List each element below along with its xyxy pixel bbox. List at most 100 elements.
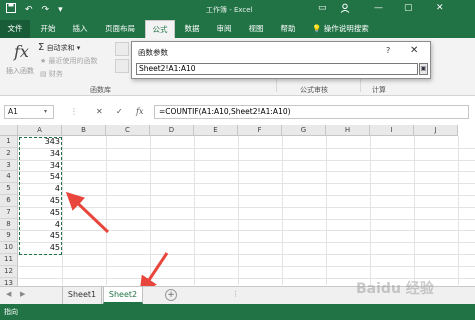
row-header-3[interactable]: 3	[0, 159, 18, 172]
grid-col-line	[282, 136, 283, 285]
tab-view[interactable]: 视图	[243, 20, 269, 38]
tab-page-layout[interactable]: 页面布局	[98, 20, 142, 38]
column-header-f[interactable]: F	[238, 125, 282, 136]
watermark-logo: Baidu 经验	[356, 281, 434, 297]
worksheet-grid[interactable]: ABCDEFGHIJ 1 2 3 4 5 6 7 8 9 10 11 12 13 343 34 34 54 4 4…	[0, 125, 475, 291]
tab-review[interactable]: 审阅	[211, 20, 237, 38]
column-header-i[interactable]: I	[370, 125, 414, 136]
grid-row-line	[18, 218, 475, 220]
calculation-label: 计算	[372, 86, 386, 94]
logical-icon[interactable]	[115, 42, 129, 56]
finance-button[interactable]: ▤ 财务	[40, 69, 63, 79]
text-icon[interactable]	[115, 59, 129, 73]
grid-col-line	[62, 136, 63, 285]
next-sheet-icon[interactable]: ▶	[20, 290, 25, 298]
prev-sheet-icon[interactable]: ◀	[6, 290, 11, 298]
grid-row-line	[18, 195, 475, 196]
column-header-j[interactable]: J	[414, 125, 458, 136]
function-library-label: 函数库	[90, 86, 111, 94]
insert-function-icon[interactable]: fx	[14, 42, 29, 61]
row-header-7[interactable]: 7	[0, 206, 18, 219]
chevron-down-icon: ▾	[76, 44, 81, 52]
minimize-icon[interactable]: —	[374, 3, 383, 13]
quick-access-toolbar: ↶ ↷ ▾	[6, 3, 63, 17]
column-header-c[interactable]: C	[106, 125, 150, 136]
row-header-10[interactable]: 10	[0, 242, 18, 254]
row-header-12[interactable]: 12	[0, 265, 18, 278]
expand-dialog-icon[interactable]: ▣	[419, 63, 428, 75]
column-header-d[interactable]: D	[150, 125, 194, 136]
tab-insert[interactable]: 插入	[66, 20, 94, 38]
chevron-down-icon[interactable]: ▾	[44, 105, 47, 119]
ribbon-display-icon[interactable]: ▭	[318, 3, 327, 13]
row-header-9[interactable]: 9	[0, 230, 18, 243]
column-header-a[interactable]: A	[18, 125, 62, 136]
row-header-5[interactable]: 5	[0, 183, 18, 195]
status-bar: 指向	[0, 304, 475, 320]
account-icon[interactable]	[340, 3, 350, 16]
grid-row-line	[18, 230, 475, 232]
column-header-g[interactable]: G	[282, 125, 326, 136]
grid-col-line	[326, 136, 327, 285]
more-icon: ⋮	[70, 107, 78, 116]
finance-icon: ▤	[40, 70, 47, 78]
column-header-b[interactable]: B	[62, 125, 106, 136]
tab-home[interactable]: 开始	[34, 20, 62, 38]
tab-formulas[interactable]: 公式	[145, 20, 175, 38]
ribbon-tabs: 文件 开始 插入 页面布局 公式 数据 审阅 视图 帮助 💡 操作说明搜索	[0, 20, 475, 38]
tab-data[interactable]: 数据	[179, 20, 205, 38]
grid-col-line	[150, 136, 151, 285]
autosum-button[interactable]: Σ 自动求和 ▾	[38, 42, 80, 53]
maximize-icon[interactable]: ▢	[404, 3, 413, 13]
formula-bar: A1 ▾ ⋮ ✕ ✓ fx =COUNTIF(A1:A10,Sheet2!A1:…	[0, 102, 475, 122]
column-header-e[interactable]: E	[194, 125, 238, 136]
tab-help[interactable]: 帮助	[275, 20, 301, 38]
sigma-icon: Σ	[38, 42, 45, 53]
enter-icon[interactable]: ✓	[116, 105, 123, 119]
sheet-tab-sheet2[interactable]: Sheet2	[103, 287, 143, 304]
insert-function-icon[interactable]: fx	[136, 105, 143, 119]
grid-row-line	[18, 265, 475, 267]
formula-auditing-label: 公式审核	[300, 86, 328, 94]
close-icon[interactable]: ✕	[410, 45, 418, 56]
star-icon: ★	[40, 57, 47, 65]
grid-row-line	[18, 171, 475, 173]
grid-row-line	[18, 242, 475, 244]
range-input[interactable]: Sheet2!A1:A10	[136, 63, 418, 75]
cancel-icon[interactable]: ✕	[96, 105, 103, 119]
status-mode: 指向	[4, 308, 18, 316]
close-window-icon[interactable]: ✕	[436, 3, 444, 13]
row-header-11[interactable]: 11	[0, 254, 18, 266]
row-header-2[interactable]: 2	[0, 147, 18, 160]
recent-functions-button[interactable]: ★ 最近使用的函数	[40, 56, 98, 66]
grid-row-line	[18, 206, 475, 208]
grid-col-line	[414, 136, 415, 285]
lightbulb-icon: 💡	[312, 24, 322, 33]
add-sheet-icon[interactable]: +	[165, 289, 177, 301]
save-icon[interactable]	[6, 3, 16, 17]
sheet-tab-sheet1[interactable]: Sheet1	[62, 287, 102, 304]
row-header-4[interactable]: 4	[0, 171, 18, 184]
select-all-corner[interactable]	[0, 125, 18, 136]
tab-file[interactable]: 文件	[0, 20, 30, 38]
grid-col-line	[106, 136, 107, 285]
dialog-title: 函数参数	[138, 48, 168, 57]
row-header-8[interactable]: 8	[0, 218, 18, 231]
insert-function-button[interactable]: 插入函数	[6, 66, 34, 76]
row-header-1[interactable]: 1	[0, 136, 18, 148]
tell-me-search[interactable]: 💡 操作说明搜索	[312, 20, 369, 38]
column-header-h[interactable]: H	[326, 125, 370, 136]
more-options-icon[interactable]: ⋮	[232, 290, 239, 298]
redo-icon[interactable]: ↷	[42, 4, 50, 16]
row-header-6[interactable]: 6	[0, 195, 18, 207]
help-icon[interactable]: ?	[386, 46, 390, 55]
grid-col-line	[370, 136, 371, 285]
grid-row-line	[18, 147, 475, 149]
undo-icon[interactable]: ↶	[25, 4, 33, 16]
grid-col-line	[238, 136, 239, 285]
grid-col-line	[194, 136, 195, 285]
grid-row-line	[18, 159, 475, 161]
copy-selection-border	[19, 137, 62, 255]
formula-input[interactable]: =COUNTIF(A1:A10,Sheet2!A1:A10)	[154, 105, 469, 119]
customize-qat-icon[interactable]: ▾	[58, 4, 63, 16]
